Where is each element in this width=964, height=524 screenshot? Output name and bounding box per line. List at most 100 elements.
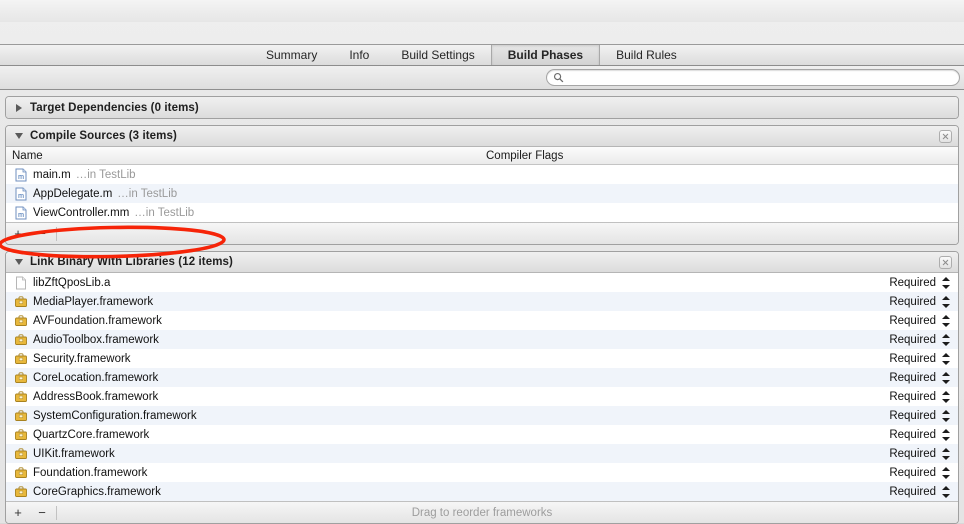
chevron-updown-icon[interactable] — [941, 447, 950, 461]
link-status-popup[interactable]: Required — [889, 295, 950, 309]
remove-phase-button[interactable] — [939, 256, 952, 269]
link-status-label: Required — [889, 333, 936, 346]
tab-info-label: Info — [349, 48, 370, 62]
objc-source-file-icon: m — [15, 187, 27, 200]
library-name: Security.framework — [33, 352, 131, 365]
file-location: …in TestLib — [117, 187, 178, 200]
link-status-popup[interactable]: Required — [889, 390, 950, 404]
chevron-updown-icon[interactable] — [941, 333, 950, 347]
chevron-updown-icon[interactable] — [941, 371, 950, 385]
add-file-button[interactable]: + — [6, 223, 30, 244]
phase-link-binary-header[interactable]: Link Binary With Libraries (12 items) — [6, 252, 958, 273]
phase-link-binary-with-libraries: Link Binary With Libraries (12 items) li… — [5, 251, 959, 524]
framework-icon — [15, 485, 27, 497]
library-name: AddressBook.framework — [33, 390, 159, 403]
library-name: QuartzCore.framework — [33, 428, 150, 441]
chevron-updown-icon[interactable] — [941, 352, 950, 366]
library-name: SystemConfiguration.framework — [33, 409, 197, 422]
framework-icon — [15, 428, 27, 440]
table-row[interactable]: AudioToolbox.framework Required — [6, 330, 958, 349]
link-status-label: Required — [889, 352, 936, 365]
tab-info[interactable]: Info — [333, 45, 385, 65]
library-name: MediaPlayer.framework — [33, 295, 154, 308]
tab-build-settings[interactable]: Build Settings — [385, 45, 490, 65]
file-name: ViewController.mm — [33, 206, 130, 219]
compile-sources-footer: + − — [6, 222, 958, 244]
search-field[interactable] — [546, 69, 960, 86]
chevron-updown-icon[interactable] — [941, 485, 950, 499]
remove-file-button[interactable]: − — [30, 223, 54, 244]
link-status-label: Required — [889, 371, 936, 384]
search-input[interactable] — [564, 70, 959, 85]
table-row[interactable]: SystemConfiguration.framework Required — [6, 406, 958, 425]
table-row[interactable]: m ViewController.mm …in TestLib — [6, 203, 958, 222]
link-status-popup[interactable]: Required — [889, 466, 950, 480]
tab-build-settings-label: Build Settings — [401, 48, 475, 62]
remove-library-button[interactable]: − — [30, 502, 54, 523]
link-status-popup[interactable]: Required — [889, 409, 950, 423]
framework-icon — [15, 295, 27, 307]
static-library-icon — [16, 276, 26, 289]
disclosure-triangle-collapsed-icon[interactable] — [14, 103, 23, 112]
link-binary-rows: libZftQposLib.a Required MediaPlayer.fra… — [6, 273, 958, 501]
link-status-label: Required — [889, 390, 936, 403]
svg-text:m: m — [18, 174, 24, 181]
compile-sources-rows: m main.m …in TestLib m AppDelegate.m …in… — [6, 165, 958, 222]
library-name: AudioToolbox.framework — [33, 333, 159, 346]
phase-link-binary-title: Link Binary With Libraries (12 items) — [30, 256, 233, 268]
tab-build-phases[interactable]: Build Phases — [490, 45, 601, 65]
table-row[interactable]: Security.framework Required — [6, 349, 958, 368]
tab-build-rules[interactable]: Build Rules — [600, 45, 693, 65]
chevron-updown-icon[interactable] — [941, 466, 950, 480]
table-row[interactable]: Foundation.framework Required — [6, 463, 958, 482]
disclosure-triangle-expanded-icon[interactable] — [14, 258, 23, 267]
file-name: AppDelegate.m — [33, 187, 113, 200]
tab-bar-right-spacer — [693, 45, 964, 65]
link-status-popup[interactable]: Required — [889, 333, 950, 347]
phase-target-dependencies-header[interactable]: Target Dependencies (0 items) — [6, 97, 958, 118]
framework-icon — [15, 352, 27, 364]
table-row[interactable]: m main.m …in TestLib — [6, 165, 958, 184]
link-status-popup[interactable]: Required — [889, 447, 950, 461]
tab-summary[interactable]: Summary — [250, 45, 333, 65]
disclosure-triangle-expanded-icon[interactable] — [14, 132, 23, 141]
chevron-updown-icon[interactable] — [941, 428, 950, 442]
table-row[interactable]: AVFoundation.framework Required — [6, 311, 958, 330]
link-status-popup[interactable]: Required — [889, 352, 950, 366]
table-row[interactable]: AddressBook.framework Required — [6, 387, 958, 406]
link-status-popup[interactable]: Required — [889, 428, 950, 442]
framework-icon — [15, 333, 27, 345]
chevron-updown-icon[interactable] — [941, 314, 950, 328]
link-status-label: Required — [889, 276, 936, 289]
link-status-label: Required — [889, 314, 936, 327]
table-row[interactable]: libZftQposLib.a Required — [6, 273, 958, 292]
add-library-button[interactable]: + — [6, 502, 30, 523]
library-name: libZftQposLib.a — [33, 276, 111, 289]
table-row[interactable]: CoreGraphics.framework Required — [6, 482, 958, 501]
link-status-popup[interactable]: Required — [889, 314, 950, 328]
phase-compile-sources-title: Compile Sources (3 items) — [30, 130, 177, 142]
footer-separator — [56, 505, 57, 520]
chevron-updown-icon[interactable] — [941, 276, 950, 290]
table-row[interactable]: UIKit.framework Required — [6, 444, 958, 463]
remove-phase-button[interactable] — [939, 130, 952, 143]
table-row[interactable]: MediaPlayer.framework Required — [6, 292, 958, 311]
file-name: main.m — [33, 168, 71, 181]
chevron-updown-icon[interactable] — [941, 390, 950, 404]
phase-compile-sources-header[interactable]: Compile Sources (3 items) — [6, 126, 958, 147]
link-status-popup[interactable]: Required — [889, 485, 950, 499]
table-row[interactable]: CoreLocation.framework Required — [6, 368, 958, 387]
link-status-label: Required — [889, 409, 936, 422]
column-header-name: Name — [12, 149, 43, 162]
table-row[interactable]: m AppDelegate.m …in TestLib — [6, 184, 958, 203]
svg-text:m: m — [18, 193, 24, 200]
link-status-popup[interactable]: Required — [889, 276, 950, 290]
chevron-updown-icon[interactable] — [941, 409, 950, 423]
link-status-popup[interactable]: Required — [889, 371, 950, 385]
xcode-target-editor: Summary Info Build Settings Build Phases… — [0, 0, 964, 524]
chevron-updown-icon[interactable] — [941, 295, 950, 309]
library-name: UIKit.framework — [33, 447, 115, 460]
table-row[interactable]: QuartzCore.framework Required — [6, 425, 958, 444]
link-status-label: Required — [889, 295, 936, 308]
compile-sources-column-header: Name Compiler Flags — [6, 147, 958, 165]
